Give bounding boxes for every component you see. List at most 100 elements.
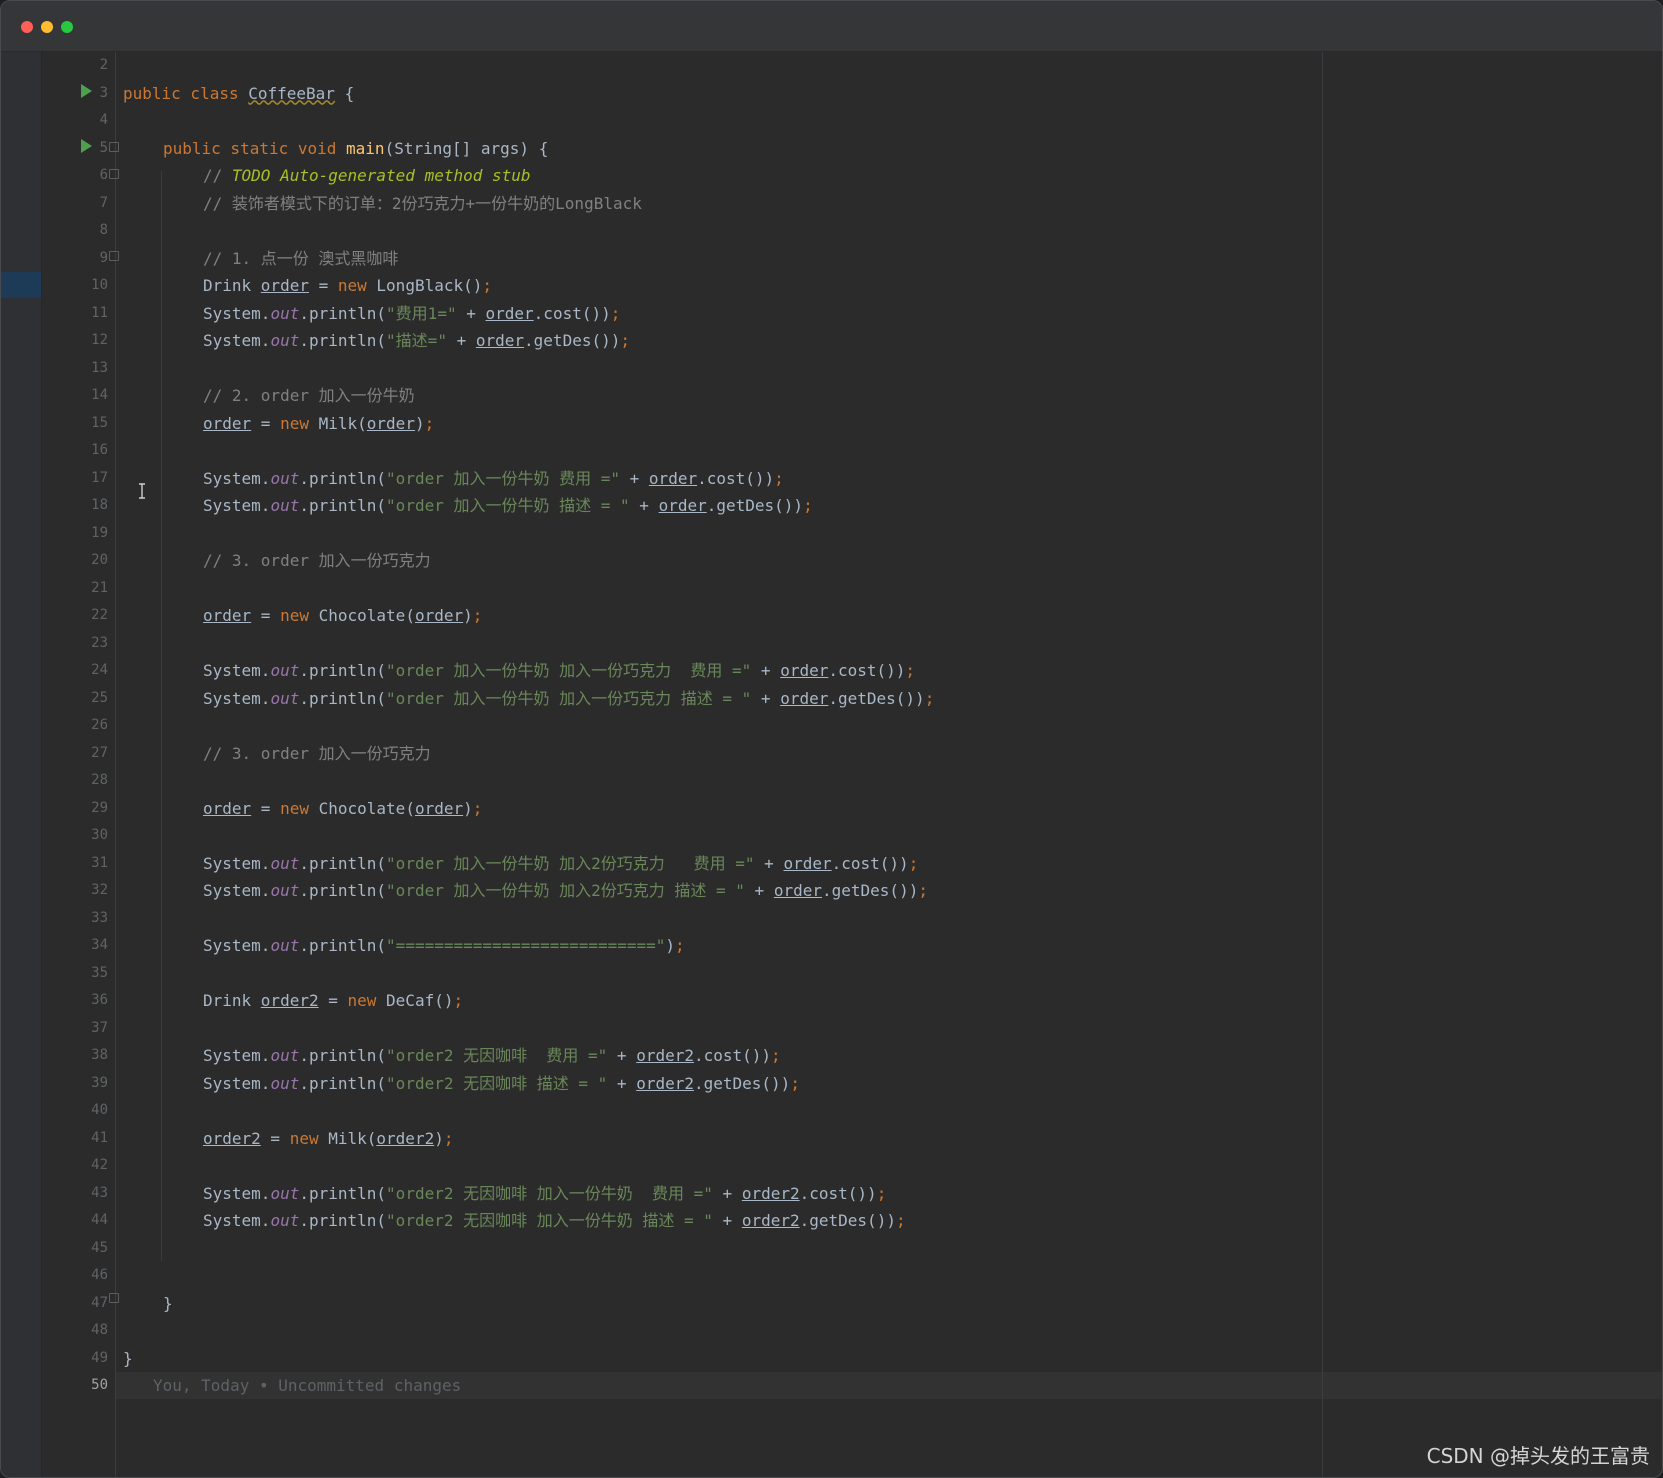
git-blame-annotation[interactable]: You, Today • Uncommitted changes <box>153 1372 461 1399</box>
line-number[interactable]: 5 <box>42 135 108 162</box>
code-editor[interactable]: public class CoffeeBar { public static v… <box>115 52 1662 1477</box>
code-text: .println( <box>299 936 387 955</box>
line-number[interactable]: 3 <box>42 80 108 107</box>
line-number[interactable]: 17 <box>42 465 108 492</box>
line-number[interactable]: 10 <box>42 272 108 299</box>
code-line-24[interactable]: System.out.println("order 加入一份牛奶 加入一份巧克力… <box>203 657 915 684</box>
code-line-25[interactable]: System.out.println("order 加入一份牛奶 加入一份巧克力… <box>203 685 934 712</box>
line-number[interactable]: 33 <box>42 905 108 932</box>
line-number[interactable]: 26 <box>42 712 108 739</box>
line-number[interactable]: 2 <box>42 52 108 79</box>
code-line-18[interactable]: System.out.println("order 加入一份牛奶 描述 = " … <box>203 492 813 519</box>
line-number[interactable]: 36 <box>42 987 108 1014</box>
variable: order <box>648 468 698 488</box>
semicolon: ; <box>472 606 483 625</box>
semicolon: ; <box>620 331 630 350</box>
code-line-20[interactable]: // 3. order 加入一份巧克力 <box>203 547 431 574</box>
line-number[interactable]: 29 <box>42 795 108 822</box>
code-line-49[interactable]: } <box>123 1345 133 1372</box>
line-number[interactable]: 18 <box>42 492 108 519</box>
code-line-9[interactable]: // 1. 点一份 澳式黑咖啡 <box>203 245 398 272</box>
line-number[interactable]: 27 <box>42 740 108 767</box>
line-number[interactable]: 46 <box>42 1262 108 1289</box>
semicolon: ; <box>443 1128 454 1148</box>
line-number[interactable]: 6 <box>42 162 108 189</box>
line-number[interactable]: 50 <box>42 1372 108 1399</box>
static-field: out <box>270 936 300 955</box>
code-line-6[interactable]: // TODO Auto-generated method stub <box>203 162 531 189</box>
code-line-34[interactable]: System.out.println("====================… <box>203 932 685 959</box>
line-number[interactable]: 47 <box>42 1290 108 1317</box>
line-number[interactable]: 20 <box>42 547 108 574</box>
code-line-15[interactable]: order = new Milk(order); <box>203 410 434 437</box>
line-number[interactable]: 15 <box>42 410 108 437</box>
code-line-41[interactable]: order2 = new Milk(order2); <box>203 1125 453 1152</box>
code-line-29[interactable]: order = new Chocolate(order); <box>203 795 482 822</box>
zoom-window-button[interactable] <box>61 21 73 33</box>
line-number[interactable]: 21 <box>42 575 108 602</box>
code-line-31[interactable]: System.out.println("order 加入一份牛奶 加入2份巧克力… <box>203 850 918 877</box>
code-line-5[interactable]: public static void main(String[] args) { <box>163 135 548 162</box>
code-line-22[interactable]: order = new Chocolate(order); <box>203 602 482 629</box>
line-number[interactable]: 41 <box>42 1125 108 1152</box>
semicolon: ; <box>908 853 919 873</box>
line-number[interactable]: 32 <box>42 877 108 904</box>
line-number[interactable]: 39 <box>42 1070 108 1097</box>
line-number[interactable]: 12 <box>42 327 108 354</box>
line-number[interactable]: 30 <box>42 822 108 849</box>
method-name: main <box>346 138 385 158</box>
line-number[interactable]: 25 <box>42 685 108 712</box>
line-number[interactable]: 44 <box>42 1207 108 1234</box>
run-class-icon[interactable] <box>81 84 92 98</box>
code-text: System. <box>203 1211 271 1230</box>
line-number[interactable]: 24 <box>42 657 108 684</box>
code-line-32[interactable]: System.out.println("order 加入一份牛奶 加入2份巧克力… <box>203 877 928 904</box>
line-number[interactable]: 23 <box>42 630 108 657</box>
line-number[interactable]: 38 <box>42 1042 108 1069</box>
code-line-43[interactable]: System.out.println("order2 无因咖啡 加入一份牛奶 费… <box>203 1180 886 1207</box>
line-number[interactable]: 42 <box>42 1152 108 1179</box>
keyword: public static void <box>163 138 347 158</box>
code-line-10[interactable]: Drink order = new LongBlack(); <box>203 272 492 299</box>
line-number[interactable]: 4 <box>42 107 108 134</box>
comment: // <box>203 166 232 185</box>
code-text: Drink <box>203 276 261 295</box>
code-line-27[interactable]: // 3. order 加入一份巧克力 <box>203 740 431 767</box>
code-line-36[interactable]: Drink order2 = new DeCaf(); <box>203 987 463 1014</box>
line-number[interactable]: 13 <box>42 355 108 382</box>
code-line-7[interactable]: // 装饰者模式下的订单：2份巧克力+一份牛奶的LongBlack <box>203 190 642 217</box>
run-main-icon[interactable] <box>81 139 92 153</box>
line-number[interactable]: 19 <box>42 520 108 547</box>
code-line-39[interactable]: System.out.println("order2 无因咖啡 描述 = " +… <box>203 1070 800 1097</box>
line-number[interactable]: 31 <box>42 850 108 877</box>
line-number[interactable]: 14 <box>42 382 108 409</box>
code-line-17[interactable]: System.out.println("order 加入一份牛奶 费用 =" +… <box>203 465 784 492</box>
code-line-12[interactable]: System.out.println("描述=" + order.getDes(… <box>203 327 630 354</box>
minimize-window-button[interactable] <box>41 21 53 33</box>
code-line-3[interactable]: public class CoffeeBar { <box>123 80 354 107</box>
line-number[interactable]: 11 <box>42 300 108 327</box>
line-number[interactable]: 43 <box>42 1180 108 1207</box>
line-number[interactable]: 16 <box>42 437 108 464</box>
line-number[interactable]: 22 <box>42 602 108 629</box>
code-line-11[interactable]: System.out.println("费用1=" + order.cost()… <box>203 300 620 327</box>
line-number[interactable]: 7 <box>42 190 108 217</box>
line-number[interactable]: 49 <box>42 1345 108 1372</box>
code-line-44[interactable]: System.out.println("order2 无因咖啡 加入一份牛奶 描… <box>203 1207 906 1234</box>
line-number[interactable]: 48 <box>42 1317 108 1344</box>
code-text: .println( <box>299 496 387 515</box>
line-number[interactable]: 35 <box>42 960 108 987</box>
line-number[interactable]: 34 <box>42 932 108 959</box>
code-line-47[interactable]: } <box>163 1290 173 1317</box>
line-number-gutter[interactable]: 2 3 4 5 6 7 8 9 10 11 12 13 14 15 16 17 18 19 20 21 22 23 24 25… <box>42 52 116 1477</box>
line-number[interactable]: 8 <box>42 217 108 244</box>
code-text: System. <box>203 496 271 515</box>
line-number[interactable]: 9 <box>42 245 108 272</box>
close-window-button[interactable] <box>21 21 33 33</box>
code-line-38[interactable]: System.out.println("order2 无因咖啡 费用 =" + … <box>203 1042 781 1069</box>
line-number[interactable]: 37 <box>42 1015 108 1042</box>
line-number[interactable]: 45 <box>42 1235 108 1262</box>
code-line-14[interactable]: // 2. order 加入一份牛奶 <box>203 382 415 409</box>
line-number[interactable]: 28 <box>42 767 108 794</box>
line-number[interactable]: 40 <box>42 1097 108 1124</box>
